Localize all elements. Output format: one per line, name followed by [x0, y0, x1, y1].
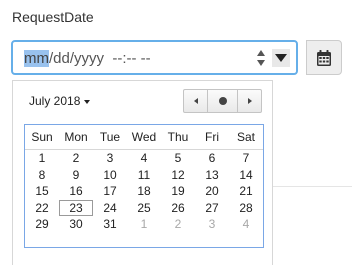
calendar-grid: Sun Mon Tue Wed Thu Fri Sat 1 2 3 4 5 6 … [24, 124, 264, 248]
chevron-left-icon [194, 98, 198, 104]
dot-icon [219, 97, 227, 105]
day-cell[interactable]: 14 [229, 167, 263, 184]
day-cell[interactable]: 15 [25, 183, 59, 200]
chevron-right-icon [248, 98, 252, 104]
day-cell[interactable]: 29 [25, 216, 59, 233]
day-cell[interactable]: 13 [195, 167, 229, 184]
caret-down-icon [84, 99, 91, 104]
next-month-button[interactable] [237, 89, 262, 113]
calendar-week-row: 8 9 10 11 12 13 14 [25, 167, 263, 184]
month-year-label: July 2018 [29, 94, 81, 108]
day-cell[interactable]: 24 [93, 200, 127, 217]
day-cell[interactable]: 11 [127, 167, 161, 184]
day-cell[interactable]: 18 [127, 183, 161, 200]
weekday-label: Fri [205, 130, 219, 144]
calendar-week-row: 29 30 31 1 2 3 4 [25, 216, 263, 233]
day-cell[interactable]: 31 [93, 216, 127, 233]
calendar-week-row: 22 23 24 25 26 27 28 [25, 199, 263, 217]
caret-down-icon[interactable] [272, 49, 290, 67]
date-picker-popup: July 2018 Sun Mon Tue Wed Thu Fri Sat 1 … [12, 80, 273, 265]
day-cell[interactable]: 10 [93, 167, 127, 184]
day-cell[interactable]: 2 [59, 150, 93, 167]
request-date-input[interactable]: mm/dd/yyyy --:-- -- [11, 40, 298, 75]
weekday-label: Sun [31, 130, 53, 144]
calendar-week-row: 15 16 17 18 19 20 21 [25, 183, 263, 200]
day-cell[interactable]: 19 [161, 183, 195, 200]
day-cell[interactable]: 6 [195, 150, 229, 167]
today-day-cell[interactable]: 23 [59, 199, 94, 217]
day-cell[interactable]: 7 [229, 150, 263, 167]
calendar-week-row: 1 2 3 4 5 6 7 [25, 150, 263, 167]
next-month-day-cell[interactable]: 2 [161, 216, 195, 233]
day-cell[interactable]: 16 [59, 183, 93, 200]
weekday-label: Thu [167, 130, 189, 144]
chevron-up-icon[interactable] [257, 50, 265, 56]
day-cell[interactable]: 9 [59, 167, 93, 184]
spin-buttons[interactable] [257, 47, 267, 69]
calendar-icon [317, 50, 331, 66]
month-nav [183, 89, 262, 113]
day-cell[interactable]: 20 [195, 183, 229, 200]
weekday-label: Tue [99, 130, 121, 144]
day-cell[interactable]: 1 [25, 150, 59, 167]
weekday-label: Wed [131, 130, 157, 144]
day-cell[interactable]: 26 [161, 200, 195, 217]
calendar-button[interactable] [306, 40, 342, 75]
weekday-header: Sun Mon Tue Wed Thu Fri Sat [25, 125, 263, 150]
day-cell[interactable]: 8 [25, 167, 59, 184]
weekday-label: Sat [236, 130, 255, 144]
day-cell[interactable]: 27 [195, 200, 229, 217]
next-month-day-cell[interactable]: 1 [127, 216, 161, 233]
day-cell[interactable]: 17 [93, 183, 127, 200]
day-cell[interactable]: 28 [229, 200, 263, 217]
day-cell[interactable]: 25 [127, 200, 161, 217]
day-cell[interactable]: 4 [127, 150, 161, 167]
weekday-label: Mon [64, 130, 88, 144]
request-date-label: RequestDate [12, 9, 94, 25]
chevron-down-icon[interactable] [257, 60, 265, 66]
day-cell[interactable]: 3 [93, 150, 127, 167]
day-cell[interactable]: 30 [59, 216, 93, 233]
next-month-day-cell[interactable]: 4 [229, 216, 263, 233]
day-cell[interactable]: 22 [25, 200, 59, 217]
date-rest-segments[interactable]: /dd/yyyy --:-- -- [49, 50, 151, 67]
divider [272, 186, 352, 187]
prev-month-button[interactable] [183, 89, 208, 113]
next-month-day-cell[interactable]: 3 [195, 216, 229, 233]
day-cell[interactable]: 12 [161, 167, 195, 184]
day-cell[interactable]: 21 [229, 183, 263, 200]
date-value: mm/dd/yyyy --:-- -- [24, 50, 151, 67]
today-button[interactable] [207, 89, 238, 113]
day-cell[interactable]: 5 [161, 150, 195, 167]
month-segment[interactable]: mm [24, 50, 49, 67]
month-year-select[interactable]: July 2018 [29, 94, 91, 108]
